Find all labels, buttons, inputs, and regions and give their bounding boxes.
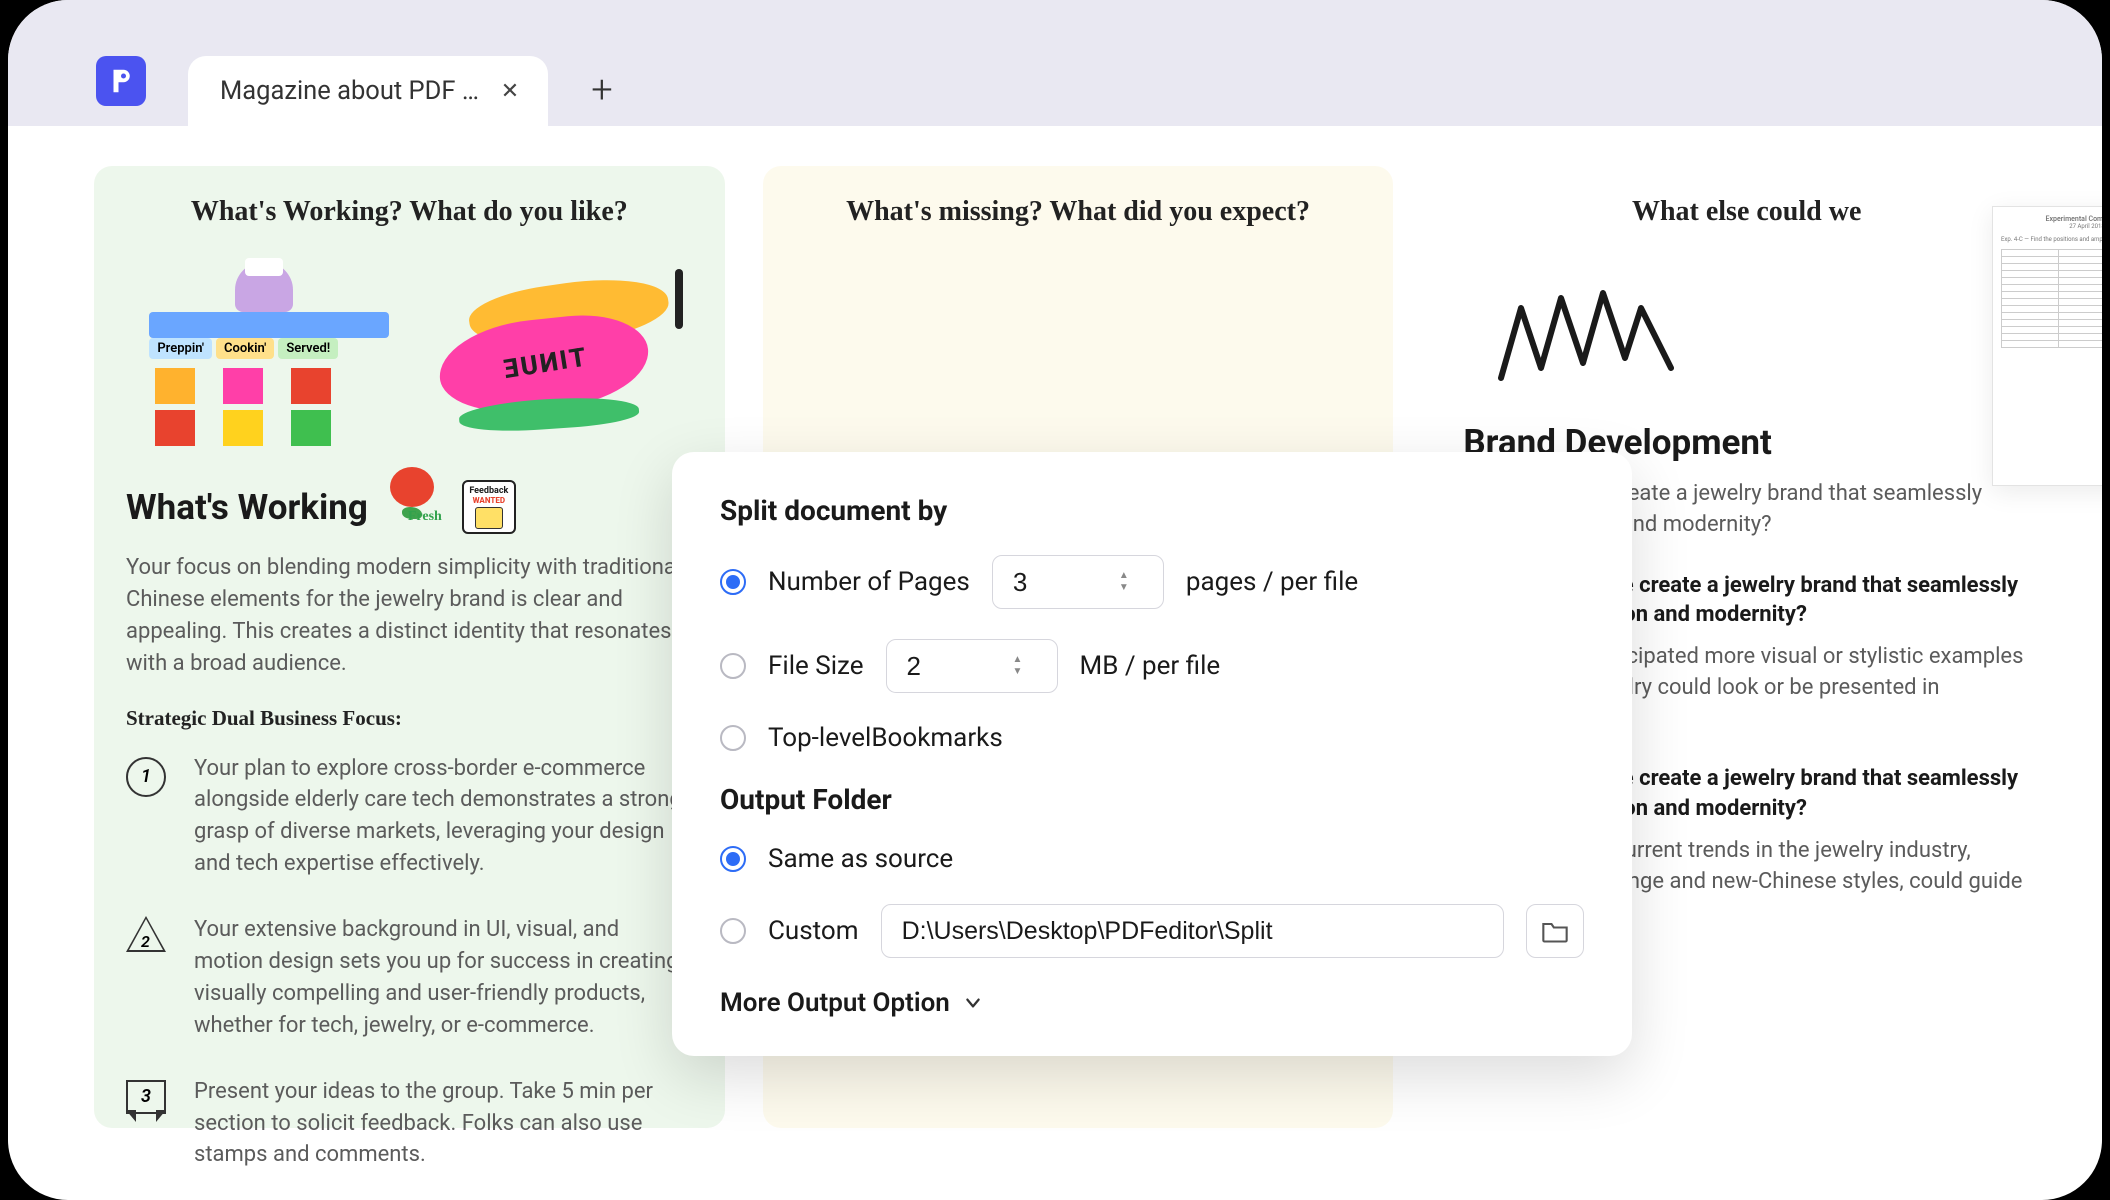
- list-item: 1 Your plan to explore cross-border e-co…: [126, 753, 693, 881]
- more-options-toggle[interactable]: More Output Option: [720, 988, 1584, 1018]
- custom-path-input[interactable]: [881, 904, 1504, 958]
- option-filesize: File Size ▲▼ MB / per file: [720, 639, 1584, 693]
- section-title: What's Working Fresh Feedback WANTED: [126, 480, 693, 534]
- numbered-list: 1 Your plan to explore cross-border e-co…: [126, 753, 693, 1172]
- split-dialog: Split document by Number of Pages ▲▼ pag…: [672, 452, 1632, 1056]
- stepper-up-icon[interactable]: ▲: [1013, 655, 1023, 665]
- stepper-down-icon[interactable]: ▼: [1013, 667, 1023, 677]
- card-whats-working: What's Working? What do you like? Preppi…: [94, 166, 725, 1128]
- tab-active[interactable]: Magazine about PDF ed…: [188, 56, 548, 126]
- card-header: What's missing? What did you expect?: [795, 196, 1362, 228]
- shop-illustration: Preppin' Cookin' Served!: [149, 258, 389, 448]
- output-heading: Output Folder: [720, 783, 1584, 816]
- illustration-row: Preppin' Cookin' Served! TINUE: [126, 258, 693, 448]
- radio-custom[interactable]: [720, 918, 746, 944]
- document-thumbnail: Experimental Composition 27 April 2018 E…: [1992, 206, 2102, 486]
- new-tab-button[interactable]: [578, 66, 626, 114]
- continue-sticker: TINUE: [439, 283, 669, 423]
- pages-stepper[interactable]: ▲▼: [992, 555, 1164, 609]
- folder-icon: [1541, 919, 1569, 943]
- radio-bookmarks[interactable]: [720, 725, 746, 751]
- badge-1-icon: 1: [126, 757, 166, 797]
- browse-button[interactable]: [1526, 904, 1584, 958]
- list-item: 3 Present your ideas to the group. Take …: [126, 1076, 693, 1172]
- sub-heading: Strategic Dual Business Focus:: [126, 706, 693, 731]
- size-stepper[interactable]: ▲▼: [886, 639, 1058, 693]
- radio-same-source[interactable]: [720, 846, 746, 872]
- list-item: 2 Your extensive background in UI, visua…: [126, 914, 693, 1042]
- option-same-source: Same as source: [720, 844, 1584, 874]
- document-canvas: What's Working? What do you like? Preppi…: [8, 126, 2102, 1128]
- badge-2-icon: 2: [126, 918, 166, 952]
- scribble-icon: [1491, 258, 1711, 398]
- tab-title: Magazine about PDF ed…: [220, 76, 480, 106]
- option-custom: Custom: [720, 904, 1584, 958]
- close-icon[interactable]: [496, 77, 524, 105]
- card-header: What else could we: [1463, 196, 2030, 228]
- stepper-up-icon[interactable]: ▲: [1119, 571, 1129, 581]
- badge-3-icon: 3: [126, 1080, 166, 1114]
- dialog-heading: Split document by: [720, 494, 1584, 527]
- size-input[interactable]: [907, 651, 1007, 682]
- option-pages: Number of Pages ▲▼ pages / per file: [720, 555, 1584, 609]
- radio-filesize[interactable]: [720, 653, 746, 679]
- feedback-wanted-icon: Feedback WANTED: [462, 480, 516, 534]
- intro-text: Your focus on blending modern simplicity…: [126, 552, 693, 680]
- stepper-down-icon[interactable]: ▼: [1119, 583, 1129, 593]
- radio-pages[interactable]: [720, 569, 746, 595]
- chevron-down-icon: [964, 994, 982, 1012]
- card-header: What's Working? What do you like?: [126, 196, 693, 228]
- app-logo: [96, 56, 146, 106]
- pages-input[interactable]: [1013, 567, 1113, 598]
- option-bookmarks: Top-levelBookmarks: [720, 723, 1584, 753]
- tab-bar: Magazine about PDF ed…: [8, 0, 2102, 126]
